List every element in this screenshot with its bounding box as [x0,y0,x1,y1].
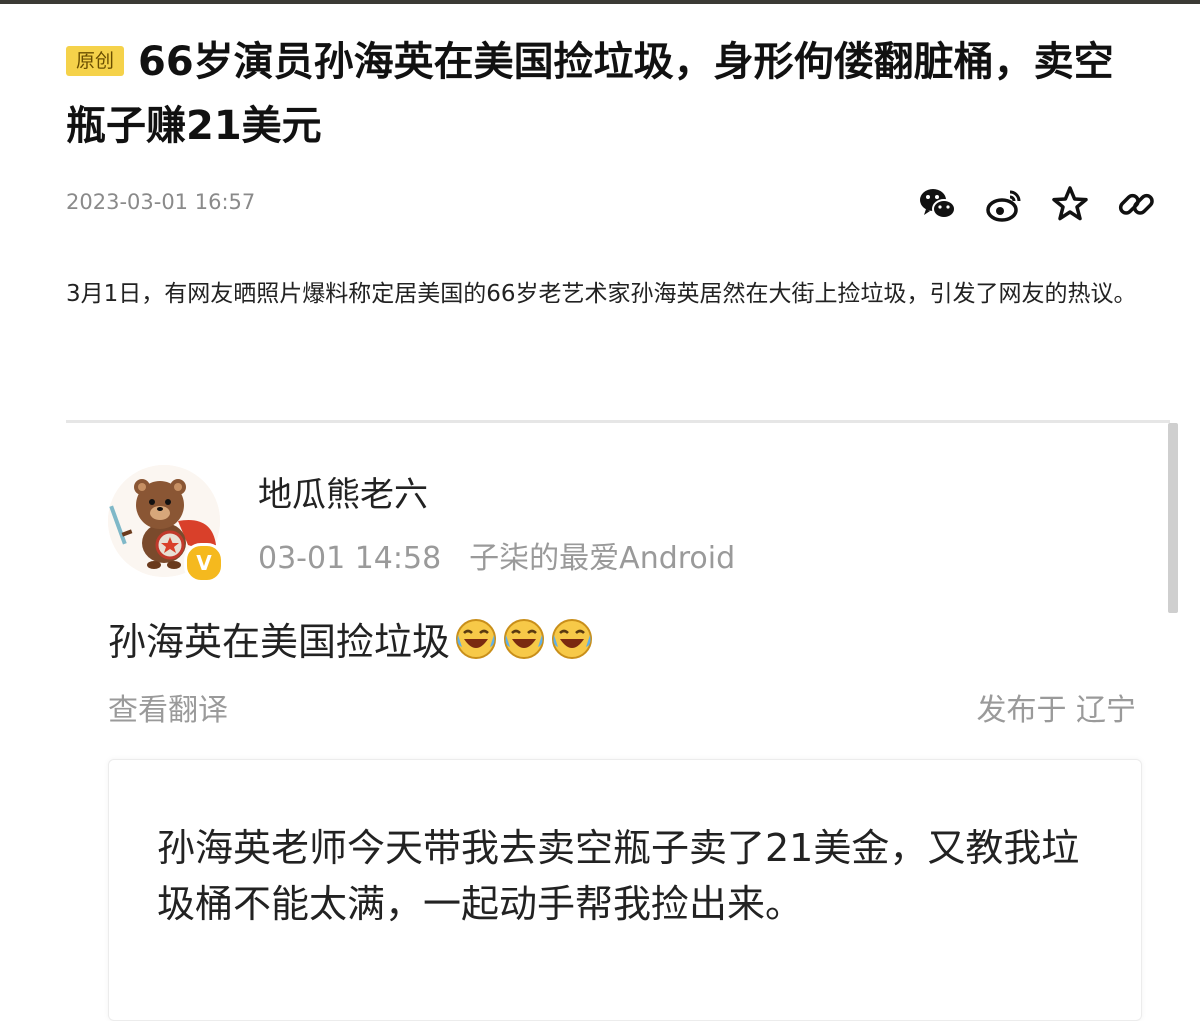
post-text: 孙海英在美国捡垃圾 [108,620,451,664]
embedded-post-screenshot: V 地瓜熊老六 03-01 14:58 子柒的最爱Android 孙海英在美国捡垃… [66,420,1178,1021]
share-toolbar [918,184,1156,224]
top-bar [0,0,1200,4]
laugh-cry-emoji-icon [550,617,594,661]
article-lead: 3月1日，有网友晒照片爆料称定居美国的66岁老艺术家孙海英居然在大街上捡垃圾，引… [66,281,1137,307]
quoted-post-card: 孙海英老师今天带我去卖空瓶子卖了21美金，又教我垃圾桶不能太满，一起动手帮我捡出… [108,759,1142,1021]
post-meta: 03-01 14:58 子柒的最爱Android [258,533,735,577]
post-username[interactable]: 地瓜熊老六 [258,467,428,516]
link-icon[interactable] [1116,184,1156,224]
article-header: 原创 66岁演员孙海英在美国捡垃圾，身形佝偻翻脏桶，卖空瓶子赚21美元 [66,30,1146,158]
verified-badge: V [184,543,224,583]
star-icon[interactable] [1050,184,1090,224]
wechat-icon[interactable] [918,184,958,224]
post-content: 孙海英在美国捡垃圾 [108,611,594,666]
scrollbar [1168,423,1178,613]
publish-date: 2023-03-01 16:57 [66,190,256,214]
post-source: 子柒的最爱Android [469,541,736,576]
weibo-icon[interactable] [984,184,1024,224]
laugh-cry-emoji-icon [454,617,498,661]
quoted-post-text: 孙海英老师今天带我去卖空瓶子卖了21美金，又教我垃圾桶不能太满，一起动手帮我捡出… [157,826,1080,926]
post-time: 03-01 14:58 [258,541,442,576]
article-title: 66岁演员孙海英在美国捡垃圾，身形佝偻翻脏桶，卖空瓶子赚21美元 [66,39,1114,149]
translate-link[interactable]: 查看翻译 [108,685,228,729]
post-location: 发布于 辽宁 [976,693,1136,728]
laugh-cry-emoji-icon [502,617,546,661]
original-badge: 原创 [66,46,125,76]
